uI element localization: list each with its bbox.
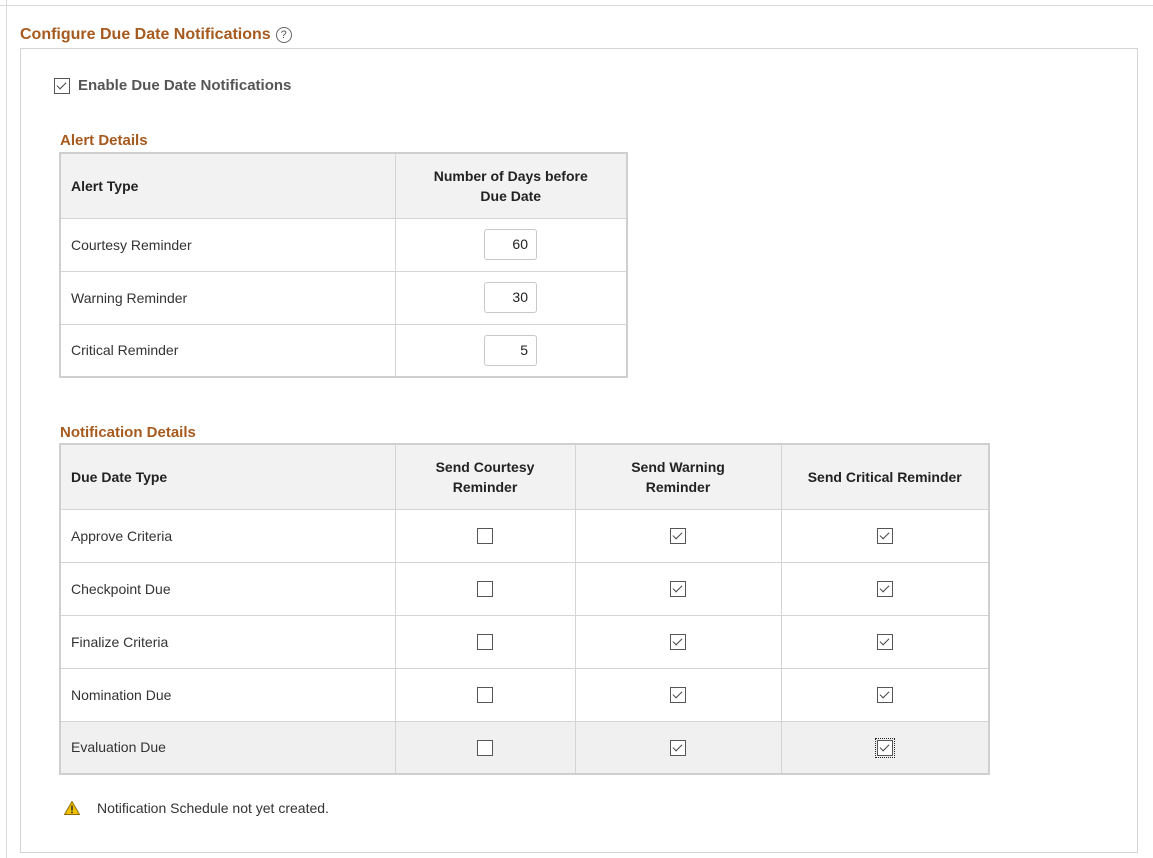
notification-details-table: Due Date Type Send Courtesy Reminder Sen… [59,443,990,775]
alert-header-row: Alert Type Number of Days before Due Dat… [59,152,628,219]
notification-row: Approve Criteria [59,508,990,563]
due-date-type-cell: Approve Criteria [59,508,396,563]
notification-details-title: Notification Details [60,424,196,441]
col-send-warning-label: Send Warning Reminder [631,458,725,495]
group-title: Configure Due Date Notifications ? [20,26,292,44]
send-courtesy-checkbox[interactable] [477,687,493,704]
alert-type-cell: Critical Reminder [59,323,396,378]
notification-row: Nomination Due [59,667,990,722]
days-cell: 5 [394,323,628,378]
warning-icon [64,801,80,815]
enable-notifications-label: Enable Due Date Notifications [78,77,292,94]
alert-type-cell: Courtesy Reminder [59,217,396,272]
notification-row: Finalize Criteria [59,614,990,669]
status-message-row: Notification Schedule not yet created. [64,800,329,816]
send-courtesy-checkbox[interactable] [477,528,493,545]
alert-row: Courtesy Reminder 60 [59,217,628,272]
top-divider [0,0,1153,6]
critical-cell [780,667,990,722]
page: Configure Due Date Notifications ? Enabl… [0,0,1153,858]
critical-cell [780,720,990,775]
col-send-courtesy: Send Courtesy Reminder [394,443,576,510]
send-warning-checkbox[interactable] [670,739,686,756]
col-due-date-type: Due Date Type [59,443,396,510]
status-message: Notification Schedule not yet created. [97,800,329,816]
days-before-input[interactable]: 30 [484,282,537,313]
send-courtesy-checkbox[interactable] [477,739,493,756]
col-days-before-label: Number of Days before Due Date [433,167,588,204]
send-courtesy-checkbox[interactable] [477,634,493,651]
days-before-input[interactable]: 60 [484,229,537,260]
due-date-type-cell: Finalize Criteria [59,614,396,669]
send-warning-checkbox[interactable] [670,528,686,545]
due-date-type-cell: Nomination Due [59,667,396,722]
days-before-input[interactable]: 5 [484,334,537,366]
send-critical-checkbox[interactable] [874,737,895,758]
days-cell: 30 [394,270,628,325]
alert-type-cell: Warning Reminder [59,270,396,325]
enable-notifications-row: Enable Due Date Notifications [54,77,291,94]
courtesy-cell [394,614,576,669]
warning-cell [574,667,782,722]
send-warning-checkbox[interactable] [670,687,686,704]
send-critical-checkbox[interactable] [876,528,893,545]
due-date-type-cell: Evaluation Due [59,720,396,775]
notification-header-row: Due Date Type Send Courtesy Reminder Sen… [59,443,990,510]
alert-row: Warning Reminder 30 [59,270,628,325]
send-critical-checkbox[interactable] [876,634,893,651]
due-date-type-cell: Checkpoint Due [59,561,396,616]
enable-notifications-checkbox[interactable] [54,77,70,94]
col-send-courtesy-label: Send Courtesy Reminder [435,458,535,495]
col-send-warning: Send Warning Reminder [574,443,782,510]
notification-row: Evaluation Due [59,720,990,775]
notification-row: Checkpoint Due [59,561,990,616]
col-send-critical: Send Critical Reminder [780,443,990,510]
send-courtesy-checkbox[interactable] [477,581,493,598]
warning-cell [574,614,782,669]
warning-cell [574,508,782,563]
warning-cell [574,561,782,616]
send-warning-checkbox[interactable] [670,634,686,651]
send-warning-checkbox[interactable] [670,581,686,598]
critical-cell [780,561,990,616]
alert-details-table: Alert Type Number of Days before Due Dat… [59,152,628,378]
critical-cell [780,508,990,563]
help-icon[interactable]: ? [275,27,292,43]
alert-details-title: Alert Details [60,132,148,149]
courtesy-cell [394,561,576,616]
alert-row: Critical Reminder 5 [59,323,628,378]
critical-cell [780,614,990,669]
days-cell: 60 [394,217,628,272]
left-divider [6,0,7,858]
courtesy-cell [394,720,576,775]
courtesy-cell [394,667,576,722]
col-days-before: Number of Days before Due Date [394,152,628,219]
page-title: Configure Due Date Notifications [20,26,271,43]
courtesy-cell [394,508,576,563]
send-critical-checkbox[interactable] [876,687,893,704]
warning-cell [574,720,782,775]
send-critical-checkbox[interactable] [876,581,893,598]
col-alert-type: Alert Type [59,152,396,219]
